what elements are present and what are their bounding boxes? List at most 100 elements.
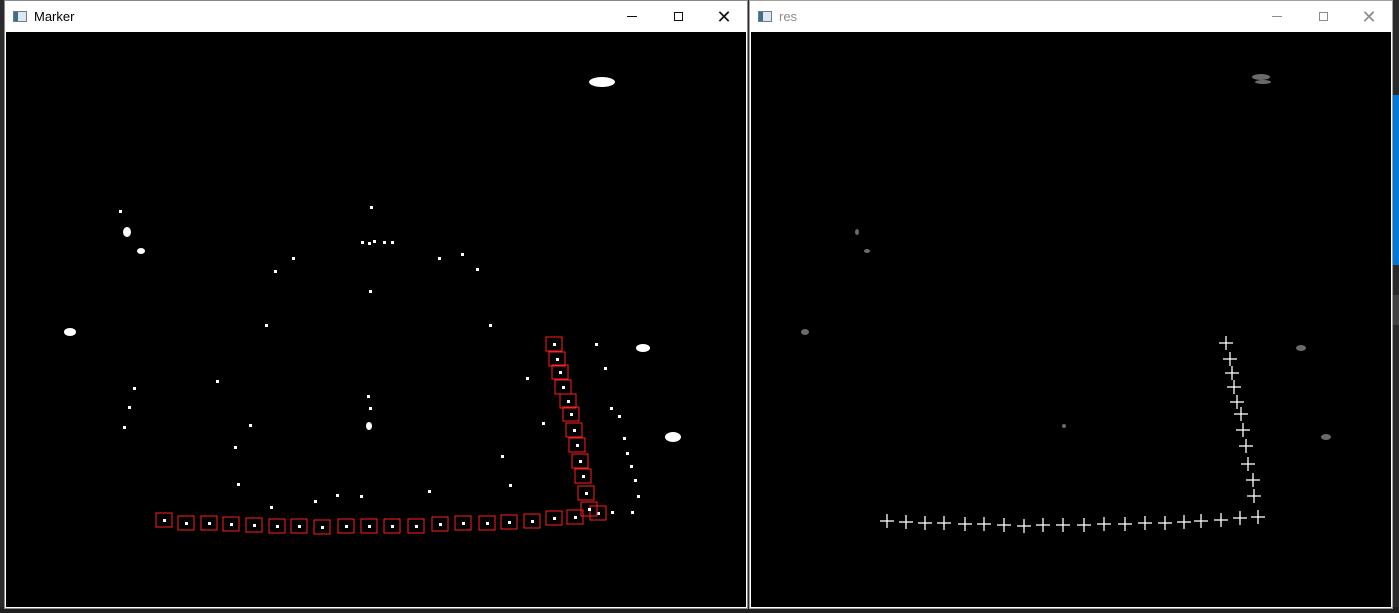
blob-dot — [476, 268, 479, 271]
blob-dot — [489, 324, 492, 327]
blob-dot — [270, 506, 273, 509]
blob-dot — [369, 407, 372, 410]
blob — [64, 328, 76, 336]
marker-dot — [574, 516, 577, 519]
res-titlebar[interactable]: res ✕ — [750, 1, 1392, 32]
marker-dot — [163, 519, 166, 522]
marker-dot — [576, 444, 579, 447]
marker-dot — [508, 521, 511, 524]
maximize-button[interactable] — [655, 1, 701, 32]
marker-dot — [276, 525, 279, 528]
blob-dot — [428, 490, 431, 493]
blob-dot — [461, 253, 464, 256]
marker-dot — [562, 386, 565, 389]
marker-dot — [321, 526, 324, 529]
blob-dot — [360, 495, 363, 498]
background-window-edge-2 — [1393, 295, 1399, 325]
blob-dot — [373, 240, 376, 243]
marker-image-canvas — [6, 32, 746, 607]
blob-dot — [634, 479, 637, 482]
marker-dot — [415, 525, 418, 528]
marker-dot — [298, 525, 301, 528]
blob-dot — [367, 395, 370, 398]
close-button[interactable]: ✕ — [701, 1, 747, 32]
blob-dot — [509, 484, 512, 487]
marker-dot — [531, 520, 534, 523]
blob-dot — [623, 437, 626, 440]
minimize-icon — [1272, 16, 1282, 17]
blob-dot — [274, 270, 277, 273]
blob — [665, 432, 681, 442]
marker-dot — [556, 358, 559, 361]
marker-dot — [185, 522, 188, 525]
marker-image — [64, 77, 681, 535]
minimize-icon — [627, 16, 637, 17]
blob-dot — [123, 426, 126, 429]
blob-dot — [216, 380, 219, 383]
blob-dot — [542, 422, 545, 425]
marker-dot — [391, 525, 394, 528]
window-app-icon — [758, 11, 772, 22]
blob-dot — [611, 511, 614, 514]
minimize-button[interactable] — [1254, 1, 1300, 32]
blob-dot — [626, 452, 629, 455]
blob-dot — [630, 465, 633, 468]
marker-window[interactable]: Marker ✕ — [4, 0, 748, 609]
blob-dot — [265, 324, 268, 327]
blob-dot — [234, 446, 237, 449]
close-button[interactable]: ✕ — [1346, 1, 1392, 32]
blob-dot — [618, 415, 621, 418]
faint-blob — [801, 329, 809, 335]
maximize-button[interactable] — [1300, 1, 1346, 32]
marker-dot — [573, 429, 576, 432]
minimize-button[interactable] — [609, 1, 655, 32]
faint-blob — [1255, 80, 1271, 84]
blob-dot — [133, 387, 136, 390]
faint-blob — [864, 249, 870, 253]
blob-dot — [526, 377, 529, 380]
blob — [123, 227, 131, 237]
blob-dot — [249, 424, 252, 427]
res-image — [801, 74, 1331, 533]
res-window-controls: ✕ — [1254, 1, 1392, 32]
faint-blob — [1321, 434, 1331, 440]
blob-dot — [119, 210, 122, 213]
marker-dot — [570, 413, 573, 416]
blob-dot — [610, 407, 613, 410]
res-window[interactable]: res ✕ — [749, 0, 1393, 609]
close-icon: ✕ — [716, 6, 732, 27]
blob-dot — [314, 500, 317, 503]
blob-dot — [292, 257, 295, 260]
blob — [636, 344, 650, 352]
blob-dot — [391, 241, 394, 244]
marker-dot — [567, 400, 570, 403]
blob-dot — [383, 241, 386, 244]
marker-dot — [208, 522, 211, 525]
close-icon: ✕ — [1361, 6, 1377, 27]
marker-dot — [553, 343, 556, 346]
res-window-title: res — [779, 9, 798, 24]
blob-dot — [501, 455, 504, 458]
blob-dot — [336, 494, 339, 497]
marker-dot — [486, 522, 489, 525]
marker-dot — [253, 524, 256, 527]
marker-dot — [559, 371, 562, 374]
faint-blob — [1296, 345, 1306, 351]
marker-dot — [553, 517, 556, 520]
maximize-icon — [673, 12, 683, 21]
res-image-canvas — [751, 32, 1391, 607]
blob-dot — [438, 257, 441, 260]
marker-dot — [579, 460, 582, 463]
blob — [137, 248, 145, 254]
blob-dot — [637, 495, 640, 498]
blob-dot — [369, 290, 372, 293]
blob-dot — [237, 483, 240, 486]
marker-dot — [230, 523, 233, 526]
marker-window-title: Marker — [34, 9, 75, 24]
marker-titlebar[interactable]: Marker ✕ — [5, 1, 747, 32]
marker-dot — [439, 523, 442, 526]
marker-dot — [345, 525, 348, 528]
blob — [366, 422, 372, 430]
maximize-icon — [1318, 12, 1328, 21]
blob-dot — [370, 206, 373, 209]
